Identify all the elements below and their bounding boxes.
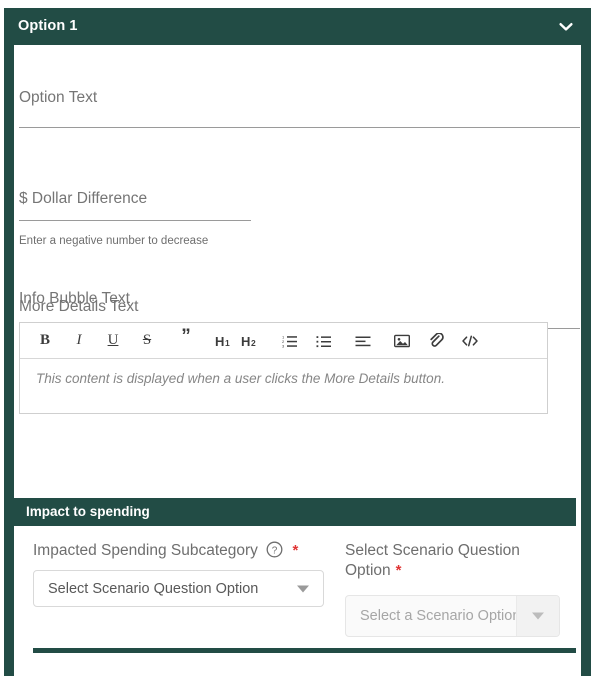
option-text-label: Option Text (19, 89, 98, 106)
svg-text:3: 3 (282, 343, 285, 347)
more-details-label: More Details Text (19, 298, 139, 315)
select-scenario-question-option-select-value: Select a Scenario Option (360, 608, 521, 624)
svg-text:1: 1 (225, 338, 230, 348)
chevron-down-icon[interactable] (557, 18, 575, 36)
accordion-title: Option 1 (18, 18, 78, 34)
bold-icon[interactable]: B (32, 328, 58, 354)
impact-to-spending-title: Impact to spending (26, 504, 150, 519)
impacted-spending-subcategory-select[interactable]: Select Scenario Question Option (33, 570, 324, 607)
editor-content-area[interactable]: This content is displayed when a user cl… (20, 359, 547, 413)
heading-1-icon[interactable]: H 1 (212, 328, 238, 354)
impacted-spending-subcategory-label-text: Impacted Spending Subcategory (33, 542, 258, 559)
editor-placeholder: This content is displayed when a user cl… (36, 371, 445, 386)
scenario-option-caret-button[interactable] (516, 596, 559, 636)
blockquote-icon[interactable]: ” (173, 324, 199, 357)
code-icon[interactable] (457, 328, 483, 354)
caret-down-icon[interactable] (297, 585, 309, 592)
section-bottom-divider (33, 648, 576, 653)
impacted-spending-subcategory-group: Impacted Spending Subcategory ? * Select… (33, 541, 333, 607)
caret-down-icon (532, 612, 544, 620)
svg-text:2: 2 (251, 338, 256, 348)
panel-left-rail (4, 8, 14, 676)
accordion-header-option-1[interactable]: Option 1 (4, 8, 591, 45)
italic-icon[interactable]: I (66, 328, 92, 354)
help-circle-icon[interactable]: ? (266, 541, 283, 558)
dollar-difference-underline (19, 220, 251, 221)
option-panel: Option 1 Option Text $ Dollar Difference… (0, 0, 595, 676)
option-text-underline (19, 127, 580, 128)
image-icon[interactable] (389, 328, 415, 354)
impacted-spending-subcategory-required-marker: * (292, 542, 299, 559)
svg-text:?: ? (272, 545, 278, 556)
select-scenario-question-option-label-text: Select Scenario Question Option (345, 542, 520, 579)
strikethrough-icon[interactable]: S (134, 328, 160, 354)
select-scenario-question-option-label: Select Scenario Question Option * (345, 541, 560, 581)
dollar-difference-field[interactable]: $ Dollar Difference (19, 190, 251, 230)
select-scenario-question-option-select[interactable]: Select a Scenario Option (345, 595, 560, 637)
more-details-editor: More Details Text B I U S ” H 1 H 2 1 2 … (19, 298, 548, 414)
impacted-spending-subcategory-select-value: Select Scenario Question Option (48, 580, 259, 597)
svg-text:H: H (241, 334, 250, 348)
unordered-list-icon[interactable] (311, 328, 337, 354)
editor-toolbar: B I U S ” H 1 H 2 1 2 3 (20, 323, 547, 359)
impacted-spending-subcategory-label: Impacted Spending Subcategory ? * (33, 541, 333, 561)
align-icon[interactable] (350, 328, 376, 354)
underline-icon[interactable]: U (100, 328, 126, 354)
heading-2-icon[interactable]: H 2 (238, 328, 264, 354)
ordered-list-icon[interactable]: 1 2 3 (277, 328, 303, 354)
editor-box: B I U S ” H 1 H 2 1 2 3 This content is … (19, 322, 548, 414)
dollar-difference-helper-text: Enter a negative number to decrease (19, 235, 209, 247)
dollar-difference-label: $ Dollar Difference (19, 190, 148, 207)
panel-right-rail (581, 8, 591, 676)
option-text-field[interactable]: Option Text (19, 89, 581, 129)
svg-text:H: H (215, 334, 224, 348)
select-scenario-question-option-required-marker: * (395, 562, 402, 579)
attachment-icon[interactable] (423, 328, 449, 354)
impact-to-spending-header: Impact to spending (14, 498, 576, 526)
select-scenario-question-option-group: Select Scenario Question Option * Select … (345, 541, 560, 637)
